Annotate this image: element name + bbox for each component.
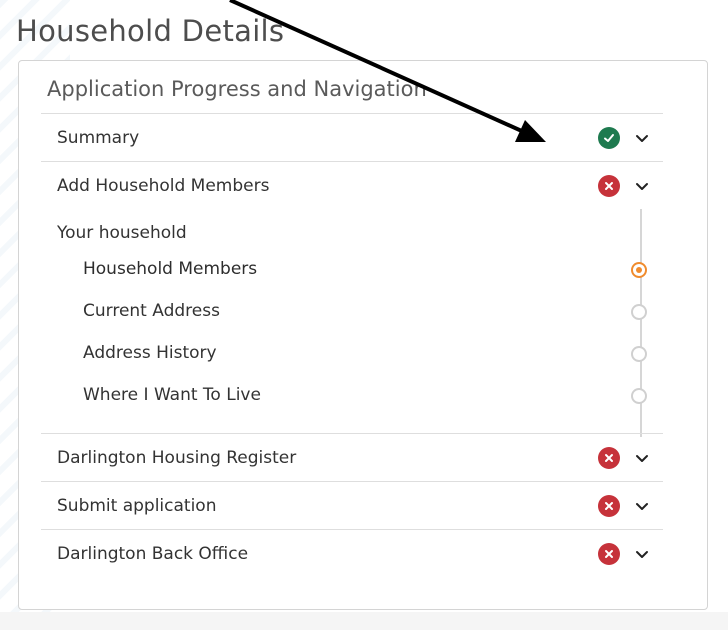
chevron-down-icon[interactable]	[634, 450, 650, 466]
chevron-down-icon[interactable]	[634, 130, 650, 146]
section-summary[interactable]: Summary	[41, 113, 663, 161]
section-label: Darlington Back Office	[57, 543, 249, 564]
chevron-down-icon[interactable]	[634, 178, 650, 194]
x-circle-icon	[598, 446, 620, 469]
section-darlington-back-office[interactable]: Darlington Back Office	[41, 529, 663, 577]
chevron-down-icon[interactable]	[634, 546, 650, 562]
page-title: Household Details	[16, 14, 285, 48]
x-circle-icon	[598, 174, 620, 197]
sub-group-your-household[interactable]: Your household	[57, 223, 187, 243]
step-current-address[interactable]: Current Address	[83, 301, 220, 321]
check-circle-icon	[598, 126, 620, 149]
progress-navigation-panel: Application Progress and Navigation Summ…	[18, 60, 708, 610]
section-label: Darlington Housing Register	[57, 447, 297, 468]
pending-step-indicator	[631, 346, 647, 362]
section-label: Submit application	[57, 495, 217, 516]
step-household-members[interactable]: Household Members	[83, 259, 257, 279]
x-circle-icon	[598, 542, 620, 565]
x-circle-icon	[598, 494, 620, 517]
pending-step-indicator	[631, 388, 647, 404]
current-step-indicator	[631, 262, 647, 278]
step-where-i-want-to-live[interactable]: Where I Want To Live	[83, 385, 261, 405]
section-submit-application[interactable]: Submit application	[41, 481, 663, 529]
panel-title: Application Progress and Navigation	[47, 77, 427, 101]
pending-step-indicator	[631, 304, 647, 320]
section-add-household-members[interactable]: Add Household Members	[41, 161, 663, 209]
chevron-down-icon[interactable]	[634, 498, 650, 514]
section-label: Add Household Members	[57, 175, 270, 196]
section-label: Summary	[57, 127, 140, 148]
footer-band	[0, 612, 728, 630]
step-address-history[interactable]: Address History	[83, 343, 217, 363]
section-darlington-housing-register[interactable]: Darlington Housing Register	[41, 433, 663, 481]
